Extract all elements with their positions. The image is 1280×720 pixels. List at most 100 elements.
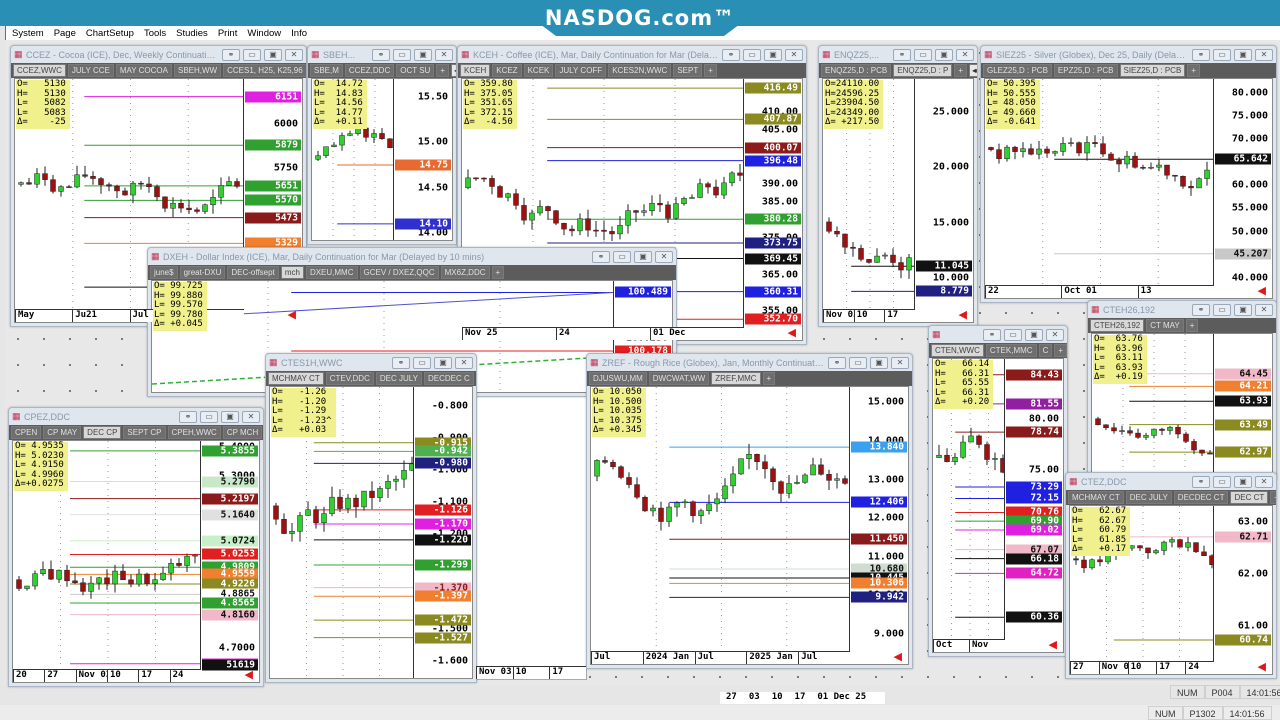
tab-dxeu-mmc[interactable]: DXEU,MMC [305,266,358,279]
minimize-button[interactable]: ▭ [1213,48,1231,61]
scroll-to-end-arrow-icon[interactable]: ◀ [894,650,902,663]
menu-item-page[interactable]: Page [54,28,76,39]
menu-item-chartsetup[interactable]: ChartSetup [86,28,134,39]
add-tab-button[interactable]: + [436,64,449,77]
scroll-to-end-arrow-icon[interactable]: ◀ [1258,284,1266,297]
link-icon[interactable]: ⚭ [1192,48,1210,61]
chart-window-cten[interactable]: ▦⚭▭▣✕CTEN,WWCCTEK,MMCC+◂▸O= 66.14H= 66.3… [928,325,1068,657]
plot-area[interactable]: O= 10.050 H= 10.500 L= 10.035 L= 10.375 Δ= +… [591,387,850,664]
tab-sept[interactable]: SEPT [673,64,703,77]
minimize-button[interactable]: ▭ [613,250,631,263]
minimize-button[interactable]: ▭ [200,410,218,423]
maximize-button[interactable]: ▣ [1025,328,1043,341]
tab-sept-cp[interactable]: SEPT CP [123,426,166,439]
link-icon[interactable]: ⚭ [1192,303,1210,316]
tab-dec-offsept[interactable]: DEC-offsept [227,266,279,279]
tab-cces1-h25-k25-96[interactable]: CCES1, H25, K25,96 [223,64,306,77]
tab-enqz25-d-p[interactable]: ENQZ25,D : P [893,64,953,77]
tab-djuswu-mm[interactable]: DJUSWU,MM [589,372,647,385]
chart-window-sbeh[interactable]: ▦SBEH...⚭▭▣✕SBE,MCCEZ,DDCOCT SU+◂▸O= 14.… [307,45,457,245]
tab-siez25-d-pcb[interactable]: SIEZ25,D : PCB [1119,64,1186,77]
maximize-button[interactable]: ▣ [1234,475,1252,488]
tab-mchmay-ct[interactable]: MCHMAY CT [1068,491,1124,504]
plot-area[interactable]: O= 4.9535 H= 5.0230 L= 4.9150 L= 4.9960 Δ=+0… [13,441,201,682]
close-button[interactable]: ✕ [785,48,803,61]
minimize-button[interactable]: ▭ [1004,328,1022,341]
tab-enqz25-d-pcb[interactable]: ENQZ25,D : PCB [821,64,892,77]
maximize-button[interactable]: ▣ [870,356,888,369]
plot-area[interactable]: O= -1.26 H= -1.20 L= -1.29 L= -1.23^ Δ= +0.0… [270,387,414,678]
link-icon[interactable]: ⚭ [179,410,197,423]
tab-scroll-arrows[interactable]: ◂▸ [969,64,977,77]
tab-ctev-ddc[interactable]: CTEV,DDC [325,372,374,385]
minimize-button[interactable]: ▭ [743,48,761,61]
tab-july-coff[interactable]: JULY COFF [555,64,607,77]
title-bar[interactable]: ▦ CPEZ,DDC ⚭ ▭ ▣ ✕ [9,408,263,425]
minimize-button[interactable]: ▭ [1213,475,1231,488]
tab-oct-su[interactable]: OCT SU [396,64,435,77]
minimize-button[interactable]: ▭ [393,48,411,61]
maximize-button[interactable]: ▣ [634,250,652,263]
minimize-button[interactable]: ▭ [849,356,867,369]
add-tab-button[interactable]: + [762,372,776,385]
title-bar[interactable]: ▦ ⚭ ▭ ▣ ✕ [929,326,1067,343]
maximize-button[interactable]: ▣ [764,48,782,61]
plot-area[interactable]: O= 50.395 H= 50.555 L= 48.050 L= 49.660 Δ= -… [985,79,1214,298]
minimize-button[interactable]: ▭ [1213,303,1231,316]
link-icon[interactable]: ⚭ [722,48,740,61]
tab-epz25-d-pcb[interactable]: EPZ25,D : PCB [1053,64,1118,77]
tab-june-[interactable]: june$ [150,266,178,279]
maximize-button[interactable]: ▣ [264,48,282,61]
title-bar[interactable]: ▦ CCEZ - Cocoa (ICE), Dec, Weekly Continu… [11,46,306,63]
tab-kceh[interactable]: KCEH [460,64,491,77]
scroll-to-end-arrow-icon[interactable]: ◀ [288,308,296,321]
link-icon[interactable]: ⚭ [893,48,911,61]
tab-zref-mmc[interactable]: ZREF,MMC [711,372,761,385]
chart-window-enq[interactable]: ▦ ENQZ25,... ⚭ ▭ ▣ ✕ ENQZ25,D : PCB ENQZ25,D : … [818,45,978,327]
add-tab-button[interactable]: + [1185,319,1199,332]
add-tab-button[interactable]: + [1187,64,1200,77]
close-button[interactable]: ✕ [455,356,473,369]
menu-item-print[interactable]: Print [218,28,238,39]
minimize-button[interactable]: ▭ [243,48,261,61]
title-bar[interactable]: ▦ CTES1H,WWC ⚭ ▭ ▣ ✕ [266,354,476,371]
tab-dec-july[interactable]: DEC JULY [1125,491,1172,504]
plot-area[interactable]: O=24110.00 H=24596.25 L=23904.50 L=24349.00… [823,79,915,322]
title-bar[interactable]: ▦ ENQZ25,... ⚭ ▭ ▣ ✕ [819,46,977,63]
close-button[interactable]: ✕ [1255,303,1273,316]
maximize-button[interactable]: ▣ [221,410,239,423]
title-bar[interactable]: ▦ SIEZ25 - Silver (Globex), Dec 25, Daily… [981,46,1276,63]
tab-ccez-wwc[interactable]: CCEZ,WWC [13,64,66,77]
scroll-to-end-arrow-icon[interactable]: ◀ [1258,660,1266,673]
link-icon[interactable]: ⚭ [1192,475,1210,488]
scroll-to-end-arrow-icon[interactable]: ◀ [788,326,796,339]
menu-item-window[interactable]: Window [247,28,281,39]
link-icon[interactable]: ⚭ [222,48,240,61]
tab-sbe-m[interactable]: SBE,M [310,64,343,77]
tab-sbeh-ww[interactable]: SBEH,WW [173,64,222,77]
chart-window-zref[interactable]: ▦ ZREF - Rough Rice (Globex), Jan, Monthl… [586,353,913,669]
tab-glez25-d-pcb[interactable]: GLEZ25,D : PCB [983,64,1052,77]
tab-dec-ct[interactable]: DEC CT [1230,491,1269,504]
close-button[interactable]: ✕ [242,410,260,423]
tab-cpen[interactable]: CPEN [11,426,42,439]
title-bar[interactable]: ▦ CTEH26,192 ⚭ ▭ ▣ ✕ [1088,301,1276,318]
add-tab-button[interactable]: + [1054,344,1067,357]
link-icon[interactable]: ⚭ [392,356,410,369]
menu-item-system[interactable]: System [12,28,44,39]
tab-great-dxu[interactable]: great-DXU [179,266,226,279]
chart-window-siez[interactable]: ▦ SIEZ25 - Silver (Globex), Dec 25, Daily… [980,45,1277,303]
tab-dwcwat-ww[interactable]: DWCWAT,WW [648,372,710,385]
tab-cp-may[interactable]: CP MAY [43,426,82,439]
maximize-button[interactable]: ▣ [1234,48,1252,61]
chart-window-cteh[interactable]: ▦ CTEH26,192 ⚭ ▭ ▣ ✕ CTEH26,192 CT MAY + O= 63.76… [1087,300,1277,480]
scroll-to-end-arrow-icon[interactable]: ◀ [245,668,253,681]
title-bar[interactable]: ▦ CTEZ,DDC ⚭ ▭ ▣ ✕ [1066,473,1276,490]
maximize-button[interactable]: ▣ [414,48,432,61]
close-button[interactable]: ✕ [956,48,974,61]
title-bar[interactable]: ▦ KCEH - Coffee (ICE), Mar, Daily Continu… [458,46,806,63]
menu-item-studies[interactable]: Studies [176,28,208,39]
minimize-button[interactable]: ▭ [413,356,431,369]
tab-july-cce[interactable]: JULY CCE [67,64,114,77]
link-icon[interactable]: ⚭ [983,328,1001,341]
